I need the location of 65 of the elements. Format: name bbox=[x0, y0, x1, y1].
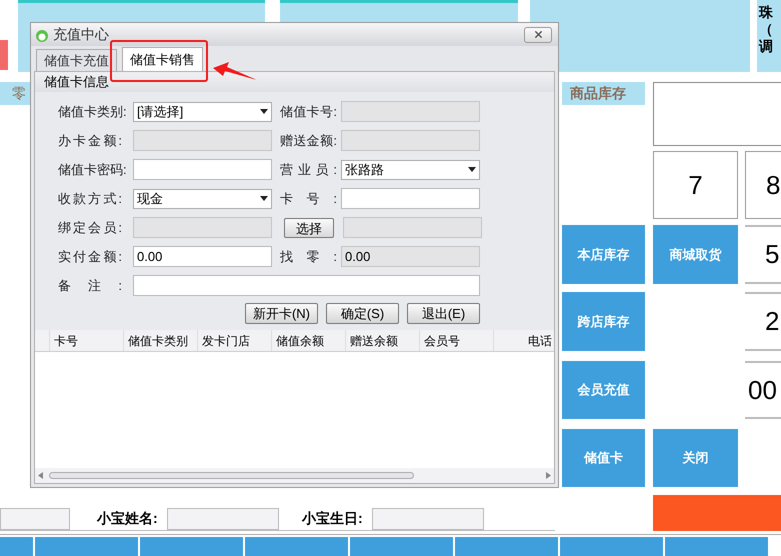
info-text: 调 bbox=[759, 38, 774, 55]
keypad-key[interactable]: 2 bbox=[745, 292, 781, 351]
input-field[interactable] bbox=[0, 508, 70, 530]
column-header[interactable]: 储值余额 bbox=[272, 330, 346, 351]
field-label: 储值卡号: bbox=[280, 102, 337, 121]
toolbar-tile[interactable] bbox=[140, 537, 243, 556]
column-header[interactable]: 赠送余额 bbox=[346, 330, 420, 351]
info-text: 珠 bbox=[759, 4, 774, 21]
status-block bbox=[0, 40, 8, 70]
column-header[interactable]: 发卡门店 bbox=[198, 330, 272, 351]
input-field[interactable] bbox=[341, 188, 480, 209]
info-text: （ bbox=[759, 21, 774, 38]
input-field[interactable] bbox=[133, 159, 272, 180]
group-header: 储值卡信息 bbox=[35, 72, 554, 92]
field-label: 找零: bbox=[280, 248, 337, 266]
dialog-button[interactable]: 确定(S) bbox=[326, 303, 399, 324]
keypad-key[interactable]: 8 bbox=[745, 151, 781, 219]
field-label: 营业员: bbox=[280, 160, 337, 179]
field-label: 收款方式: bbox=[58, 190, 122, 208]
tab[interactable]: 储值卡充值 bbox=[36, 49, 117, 71]
app-icon bbox=[35, 28, 49, 42]
column-header[interactable]: 储值卡类别 bbox=[124, 330, 198, 351]
input-field[interactable] bbox=[372, 508, 484, 530]
field-label: 办卡金额: bbox=[58, 132, 122, 150]
input-field[interactable] bbox=[133, 275, 480, 296]
input-field[interactable] bbox=[167, 508, 279, 530]
field-label: 实付金额: bbox=[58, 248, 122, 266]
caret-icon bbox=[260, 109, 268, 114]
keypad-key[interactable]: 5 bbox=[745, 225, 781, 284]
field-label: 绑定会员: bbox=[58, 218, 122, 237]
toolbar-tile[interactable] bbox=[0, 537, 33, 556]
keypad-key[interactable]: 00 bbox=[745, 361, 781, 419]
toolbar-tile[interactable] bbox=[245, 537, 348, 556]
column-header[interactable]: 会员号 bbox=[420, 330, 494, 351]
dropdown[interactable]: 现金 bbox=[133, 188, 272, 208]
field-label: 赠送金额: bbox=[280, 132, 337, 150]
dropdown[interactable]: 张路路 bbox=[341, 160, 480, 180]
section-label: 商品库存 bbox=[562, 82, 645, 105]
window-title: 充值中心 bbox=[53, 25, 109, 44]
close-button[interactable] bbox=[524, 26, 552, 42]
dialog-button[interactable]: 新开卡(N) bbox=[245, 303, 318, 324]
tab[interactable]: 储值卡销售 bbox=[122, 47, 203, 71]
horizontal-scrollbar[interactable] bbox=[35, 468, 554, 483]
scroll-right-icon[interactable] bbox=[546, 472, 551, 479]
caret-icon bbox=[260, 196, 268, 201]
field-label: 小宝姓名: bbox=[97, 509, 159, 528]
pointer-arrow bbox=[213, 62, 257, 82]
field-label: 小宝生日: bbox=[302, 509, 364, 528]
toolbar-tile[interactable] bbox=[35, 537, 138, 556]
checkout-button[interactable] bbox=[653, 495, 781, 531]
toolbar-tile[interactable] bbox=[455, 537, 558, 556]
field-label: 卡号: bbox=[280, 190, 337, 208]
column-header[interactable]: 卡号 bbox=[50, 330, 124, 351]
field-label: 备注: bbox=[58, 276, 122, 295]
toolbar-tile[interactable] bbox=[350, 537, 453, 556]
input-field[interactable]: 0.00 bbox=[133, 246, 272, 267]
column-header[interactable]: 电话 bbox=[494, 330, 554, 351]
keypad-key[interactable]: 7 bbox=[653, 151, 738, 219]
caret-icon bbox=[468, 167, 476, 172]
toolbar-tile[interactable] bbox=[665, 537, 768, 556]
toolbar-tile[interactable] bbox=[560, 537, 663, 556]
dropdown[interactable]: [请选择] bbox=[133, 102, 272, 122]
scroll-left-icon[interactable] bbox=[38, 472, 43, 479]
close-icon bbox=[532, 29, 544, 40]
dialog-button[interactable]: 退出(E) bbox=[407, 303, 480, 324]
